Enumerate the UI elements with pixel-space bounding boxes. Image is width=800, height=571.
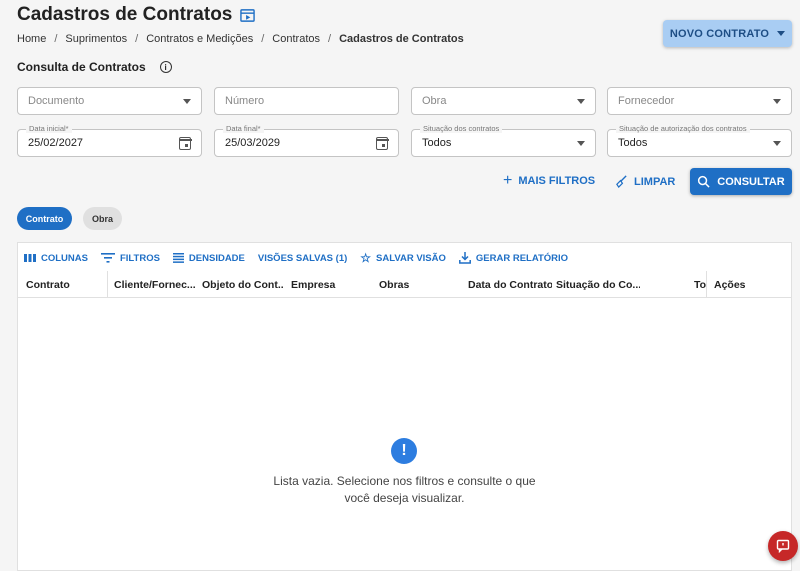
chip-obra[interactable]: Obra [83,207,122,230]
saved-views-label: VISÕES SALVAS (1) [257,252,348,264]
download-icon [458,252,471,264]
more-filters-label: MAIS FILTROS [518,175,596,187]
alert-icon: ! [391,438,417,464]
column-header-data[interactable]: Data do Contrato [468,279,552,291]
situacao-autorizacao-value: Todos [618,137,648,149]
column-header-situacao[interactable]: Situação do Co... [556,279,640,291]
save-view-button[interactable]: ☆ SALVAR VISÃO [360,251,446,265]
page-title-text: Cadastros de Contratos [17,4,233,25]
breadcrumb-contratos[interactable]: Contratos [272,33,320,45]
numero-placeholder: Número [225,95,265,107]
obra-placeholder: Obra [422,95,447,107]
chevron-down-icon [577,140,585,146]
breadcrumb-contratos-medicoes[interactable]: Contratos e Medições [146,33,253,45]
clear-button[interactable]: LIMPAR [615,175,675,188]
situacao-contratos-select[interactable]: Situação dos contratos Todos [411,124,596,157]
documento-placeholder: Documento [28,95,85,107]
chevron-down-icon [773,140,781,146]
empty-state-line1: Lista vazia. Selecione nos filtros e con… [273,474,536,488]
new-contract-label: NOVO CONTRATO [669,27,770,40]
new-contract-button[interactable]: NOVO CONTRATO [663,20,792,47]
chip-contrato[interactable]: Contrato [17,207,72,230]
columns-label: COLUNAS [41,252,88,264]
filters-section-label: Consulta de Contratos [17,60,146,74]
situacao-contratos-label: Situação dos contratos [420,124,503,133]
breadcrumb-current: Cadastros de Contratos [339,33,464,45]
column-header-contrato[interactable]: Contrato [26,279,106,291]
page-title: Cadastros de Contratos [17,4,256,26]
data-final-value: 25/03/2029 [225,137,281,149]
data-final-field[interactable]: Data final* 25/03/2029 [214,124,399,157]
column-header-obras[interactable]: Obras [379,279,461,291]
column-header-acoes[interactable]: Ações [714,279,774,291]
density-icon [172,253,184,263]
column-header-total[interactable]: To [694,279,706,291]
data-inicial-label: Data inicial* [26,124,72,133]
consultar-label: CONSULTAR [717,175,785,188]
density-label: DENSIDADE [188,252,245,264]
chat-icon [776,539,790,553]
data-grid: COLUNAS FILTROS DENSIDADE VISÕES SALVAS … [17,242,792,571]
columns-button[interactable]: COLUNAS [24,251,88,265]
chevron-down-icon [183,98,191,104]
documento-select[interactable]: Documento [17,87,202,115]
situacao-autorizacao-select[interactable]: Situação de autorização dos contratos To… [607,124,792,157]
empty-state-message: Lista vazia. Selecione nos filtros e con… [238,473,571,507]
data-inicial-field[interactable]: Data inicial* 25/02/2027 [17,124,202,157]
filters-label: FILTROS [119,252,160,264]
info-icon[interactable]: i [159,61,172,73]
search-icon [698,175,710,188]
saved-views-button[interactable]: VISÕES SALVAS (1) [258,251,347,265]
situacao-contratos-value: Todos [422,137,452,149]
breadcrumb-suprimentos[interactable]: Suprimentos [65,33,127,45]
situacao-autorizacao-label: Situação de autorização dos contratos [616,124,750,133]
filter-icon [100,253,115,263]
calendar-icon[interactable] [375,136,389,150]
density-button[interactable]: DENSIDADE [172,251,245,265]
broom-icon [616,175,627,188]
breadcrumb-home[interactable]: Home [17,33,46,45]
grid-header: Contrato Cliente/Fornec... Objeto do Con… [18,271,791,298]
chevron-down-icon [777,31,786,36]
chevron-down-icon [773,98,781,104]
save-view-label: SALVAR VISÃO [376,252,446,264]
generate-report-button[interactable]: GERAR RELATÓRIO [458,251,569,265]
calendar-icon[interactable] [178,136,192,150]
plus-icon: + [503,172,513,189]
consultar-button[interactable]: CONSULTAR [690,168,792,195]
data-final-label: Data final* [223,124,264,133]
breadcrumb: Home / Suprimentos / Contratos e Medições /… [17,33,464,45]
numero-input[interactable]: Número [214,87,399,115]
columns-icon [24,254,36,262]
filters-button[interactable]: FILTROS [100,251,160,265]
chevron-down-icon [577,98,585,104]
clear-label: LIMPAR [634,175,676,188]
column-header-cliente[interactable]: Cliente/Fornec... [114,279,196,291]
data-inicial-value: 25/02/2027 [28,137,84,149]
more-filters-button[interactable]: + MAIS FILTROS [503,172,596,189]
column-header-objeto[interactable]: Objeto do Cont... [202,279,284,291]
column-header-empresa[interactable]: Empresa [291,279,373,291]
grid-toolbar: COLUNAS FILTROS DENSIDADE VISÕES SALVAS … [24,251,568,265]
filters-section-title: Consulta de Contratos i [17,60,172,74]
video-icon [240,8,256,22]
fornecedor-select[interactable]: Fornecedor [607,87,792,115]
generate-report-label: GERAR RELATÓRIO [475,252,569,264]
fornecedor-placeholder: Fornecedor [618,95,675,107]
obra-select[interactable]: Obra [411,87,596,115]
star-icon: ☆ [360,251,372,265]
feedback-fab[interactable] [768,531,798,561]
empty-state-line2: você deseja visualizar. [344,491,465,505]
